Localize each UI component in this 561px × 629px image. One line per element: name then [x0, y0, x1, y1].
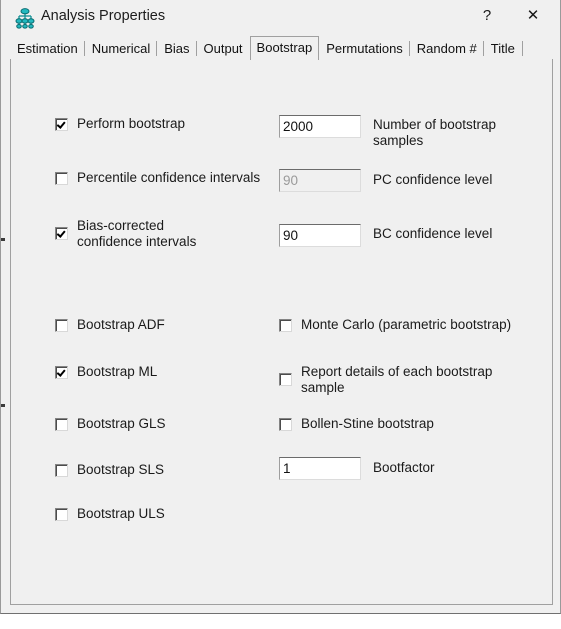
window-title: Analysis Properties	[41, 8, 166, 24]
amos-tree-icon	[14, 7, 36, 29]
tab-numerical[interactable]: Numerical	[84, 38, 158, 59]
checkbox-label-monte-carlo: Monte Carlo (parametric bootstrap)	[301, 317, 512, 332]
label-pc-confidence-level: PC confidence level	[373, 172, 493, 187]
title-bar: Analysis Properties ? ✕	[1, 0, 560, 36]
background-window-edge-mark-lower	[1, 404, 5, 407]
checkbox-box-report-details[interactable]	[279, 373, 292, 386]
background-window-edge-mark-upper	[1, 238, 5, 241]
tab-bootstrap[interactable]: Bootstrap	[249, 36, 320, 60]
checkbox-box-percentile-confidence-intervals[interactable]	[55, 172, 68, 185]
label-bc-confidence-level: BC confidence level	[373, 226, 493, 241]
checkbox-label-bootstrap-uls: Bootstrap ULS	[77, 506, 165, 521]
bootstrap-tab-page: Perform bootstrap 2000 Number of bootstr…	[10, 59, 553, 605]
checkbox-box-bootstrap-sls[interactable]	[55, 464, 68, 477]
tab-strip-end-divider	[521, 41, 523, 56]
checkbox-label-bootstrap-ml: Bootstrap ML	[77, 364, 158, 379]
label-number-of-bootstrap-samples: Number of bootstrap samples	[373, 117, 497, 148]
checkbox-box-bootstrap-gls[interactable]	[55, 418, 68, 431]
checkbox-label-bollen-stine-bootstrap: Bollen-Stine bootstrap	[301, 416, 434, 431]
checkbox-box-perform-bootstrap[interactable]	[55, 118, 68, 131]
checkbox-label-bootstrap-sls: Bootstrap SLS	[77, 462, 165, 477]
checkbox-box-bollen-stine-bootstrap[interactable]	[279, 418, 292, 431]
checkbox-box-bootstrap-ml[interactable]	[55, 366, 68, 379]
tab-bias[interactable]: Bias	[157, 38, 197, 59]
checkbox-label-bootstrap-adf: Bootstrap ADF	[77, 317, 165, 332]
input-number-of-bootstrap-samples[interactable]: 2000	[279, 115, 361, 138]
checkbox-box-bias-corrected-confidence-intervals[interactable]	[55, 227, 68, 240]
checkbox-box-bootstrap-adf[interactable]	[55, 319, 68, 332]
checkbox-label-bias-corrected-confidence-intervals: Bias-corrected confidence intervals	[77, 218, 197, 249]
close-button[interactable]: ✕	[510, 0, 556, 31]
input-bootfactor[interactable]: 1	[279, 457, 361, 480]
input-pc-confidence-level[interactable]: 90	[279, 169, 361, 192]
checkbox-box-bootstrap-uls[interactable]	[55, 508, 68, 521]
tab-permutations[interactable]: Permutations	[319, 38, 410, 59]
analysis-properties-dialog: Analysis Properties ? ✕ Estimation Numer…	[0, 0, 561, 614]
tab-output[interactable]: Output	[196, 38, 250, 59]
checkbox-label-perform-bootstrap: Perform bootstrap	[77, 116, 186, 131]
checkbox-label-report-details: Report details of each bootstrap sample	[301, 364, 493, 395]
tab-estimation[interactable]: Estimation	[10, 38, 85, 59]
tab-title[interactable]: Title	[483, 38, 522, 59]
input-bc-confidence-level[interactable]: 90	[279, 224, 361, 247]
help-button[interactable]: ?	[464, 0, 510, 31]
checkbox-box-monte-carlo[interactable]	[279, 319, 292, 332]
tab-strip: Estimation Numerical Bias Output Bootstr…	[10, 36, 556, 60]
label-bootfactor: Bootfactor	[373, 460, 435, 475]
checkbox-label-bootstrap-gls: Bootstrap GLS	[77, 416, 166, 431]
tab-random-number[interactable]: Random #	[409, 38, 484, 59]
checkbox-label-percentile-confidence-intervals: Percentile confidence intervals	[77, 170, 261, 185]
